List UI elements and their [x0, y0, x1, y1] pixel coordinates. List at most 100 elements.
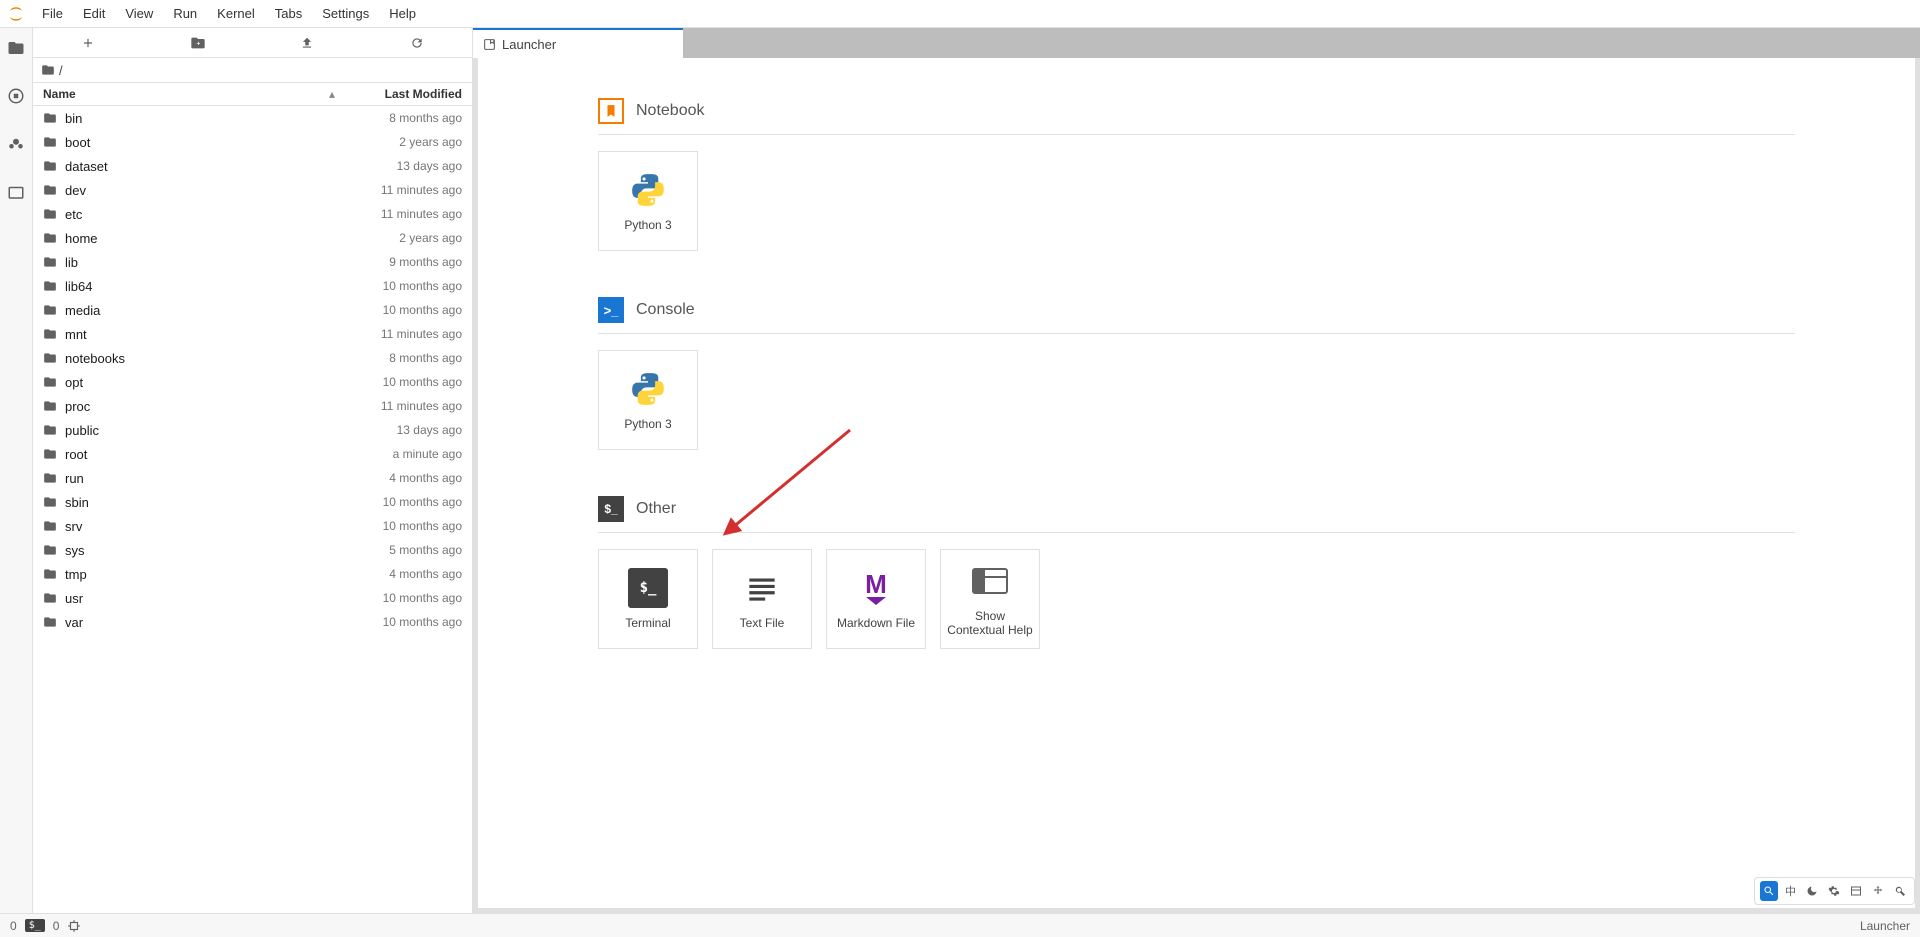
section-header-other: $_ Other — [598, 486, 1795, 533]
rt-wrench-icon[interactable] — [1891, 881, 1909, 901]
file-name: var — [65, 615, 332, 630]
file-row[interactable]: root a minute ago — [33, 442, 472, 466]
status-terminal-icon[interactable]: $_ — [25, 919, 45, 932]
file-modified: 10 months ago — [332, 615, 462, 629]
menu-edit[interactable]: Edit — [73, 2, 115, 25]
file-modified: 13 days ago — [332, 159, 462, 173]
file-row[interactable]: dataset 13 days ago — [33, 154, 472, 178]
file-modified: 4 months ago — [332, 567, 462, 581]
file-modified: 10 months ago — [332, 303, 462, 317]
rt-gear-icon[interactable] — [1825, 881, 1843, 901]
running-terminals-icon[interactable] — [6, 86, 26, 106]
menu-kernel[interactable]: Kernel — [207, 2, 265, 25]
menu-run[interactable]: Run — [163, 2, 207, 25]
new-folder-button[interactable] — [143, 35, 253, 51]
folder-icon — [43, 495, 59, 509]
folder-icon — [43, 111, 59, 125]
status-right-label: Launcher — [1860, 919, 1910, 933]
tab-launcher[interactable]: Launcher — [473, 28, 683, 58]
file-modified: 8 months ago — [332, 351, 462, 365]
folder-icon — [41, 63, 55, 77]
card-console-python3[interactable]: Python 3 — [598, 350, 698, 450]
file-row[interactable]: lib64 10 months ago — [33, 274, 472, 298]
file-name: dataset — [65, 159, 332, 174]
file-row[interactable]: dev 11 minutes ago — [33, 178, 472, 202]
menu-bar: File Edit View Run Kernel Tabs Settings … — [32, 2, 426, 25]
file-row[interactable]: run 4 months ago — [33, 466, 472, 490]
file-name: public — [65, 423, 332, 438]
file-row[interactable]: var 10 months ago — [33, 610, 472, 634]
folder-icon — [43, 255, 59, 269]
launcher-tab-icon — [483, 38, 496, 51]
rt-search-icon[interactable] — [1760, 881, 1778, 901]
card-textfile[interactable]: Text File — [712, 549, 812, 649]
header-name[interactable]: Name — [33, 87, 322, 101]
contextual-help-icon — [970, 561, 1010, 601]
sort-caret-icon[interactable]: ▴ — [322, 87, 342, 101]
folder-icon — [43, 615, 59, 629]
file-browser-panel: / Name ▴ Last Modified bin 8 months ago … — [33, 28, 473, 913]
file-modified: 11 minutes ago — [332, 327, 462, 341]
rt-move-icon[interactable] — [1869, 881, 1887, 901]
section-console: >_ Console Python 3 — [598, 287, 1795, 466]
breadcrumb[interactable]: / — [33, 58, 472, 82]
file-browser-icon[interactable] — [6, 38, 26, 58]
menu-file[interactable]: File — [32, 2, 73, 25]
status-count-2[interactable]: 0 — [53, 919, 60, 933]
menu-help[interactable]: Help — [379, 2, 426, 25]
status-count-1[interactable]: 0 — [10, 919, 17, 933]
card-notebook-python3[interactable]: Python 3 — [598, 151, 698, 251]
menu-view[interactable]: View — [115, 2, 163, 25]
file-row[interactable]: notebooks 8 months ago — [33, 346, 472, 370]
file-row[interactable]: tmp 4 months ago — [33, 562, 472, 586]
rt-layout-icon[interactable] — [1847, 881, 1865, 901]
file-row[interactable]: mnt 11 minutes ago — [33, 322, 472, 346]
rt-moon-icon[interactable] — [1803, 881, 1821, 901]
file-row[interactable]: usr 10 months ago — [33, 586, 472, 610]
folder-icon — [43, 327, 59, 341]
file-modified: 8 months ago — [332, 111, 462, 125]
status-chip-icon[interactable] — [67, 919, 81, 933]
card-markdown[interactable]: M Markdown File — [826, 549, 926, 649]
file-modified: 11 minutes ago — [332, 183, 462, 197]
file-name: etc — [65, 207, 332, 222]
commands-icon[interactable] — [6, 134, 26, 154]
file-row[interactable]: bin 8 months ago — [33, 106, 472, 130]
file-modified: 10 months ago — [332, 279, 462, 293]
menu-tabs[interactable]: Tabs — [265, 2, 312, 25]
rt-lang[interactable]: 中 — [1782, 881, 1799, 901]
card-contextual-help[interactable]: Show Contextual Help — [940, 549, 1040, 649]
terminal-icon: $_ — [628, 568, 668, 608]
section-title-notebook: Notebook — [636, 102, 705, 120]
file-row[interactable]: etc 11 minutes ago — [33, 202, 472, 226]
file-row[interactable]: boot 2 years ago — [33, 130, 472, 154]
file-row[interactable]: media 10 months ago — [33, 298, 472, 322]
folder-icon — [43, 447, 59, 461]
breadcrumb-root[interactable]: / — [59, 63, 63, 78]
file-row[interactable]: opt 10 months ago — [33, 370, 472, 394]
textfile-icon — [742, 568, 782, 608]
menu-settings[interactable]: Settings — [312, 2, 379, 25]
card-label: Text File — [736, 616, 789, 630]
file-row[interactable]: proc 11 minutes ago — [33, 394, 472, 418]
status-left: 0 $_ 0 — [10, 919, 81, 933]
file-row[interactable]: srv 10 months ago — [33, 514, 472, 538]
file-name: sys — [65, 543, 332, 558]
file-name: run — [65, 471, 332, 486]
folder-icon — [43, 519, 59, 533]
header-last-modified[interactable]: Last Modified — [342, 87, 472, 101]
markdown-icon: M — [856, 568, 896, 608]
file-row[interactable]: public 13 days ago — [33, 418, 472, 442]
upload-button[interactable] — [253, 36, 363, 50]
file-row[interactable]: lib 9 months ago — [33, 250, 472, 274]
folder-icon — [43, 375, 59, 389]
tabs-icon[interactable] — [6, 182, 26, 202]
file-row[interactable]: sbin 10 months ago — [33, 490, 472, 514]
file-row[interactable]: sys 5 months ago — [33, 538, 472, 562]
refresh-button[interactable] — [362, 36, 472, 50]
new-launcher-button[interactable] — [33, 36, 143, 50]
folder-icon — [43, 423, 59, 437]
file-row[interactable]: home 2 years ago — [33, 226, 472, 250]
card-terminal[interactable]: $_ Terminal — [598, 549, 698, 649]
file-name: lib — [65, 255, 332, 270]
